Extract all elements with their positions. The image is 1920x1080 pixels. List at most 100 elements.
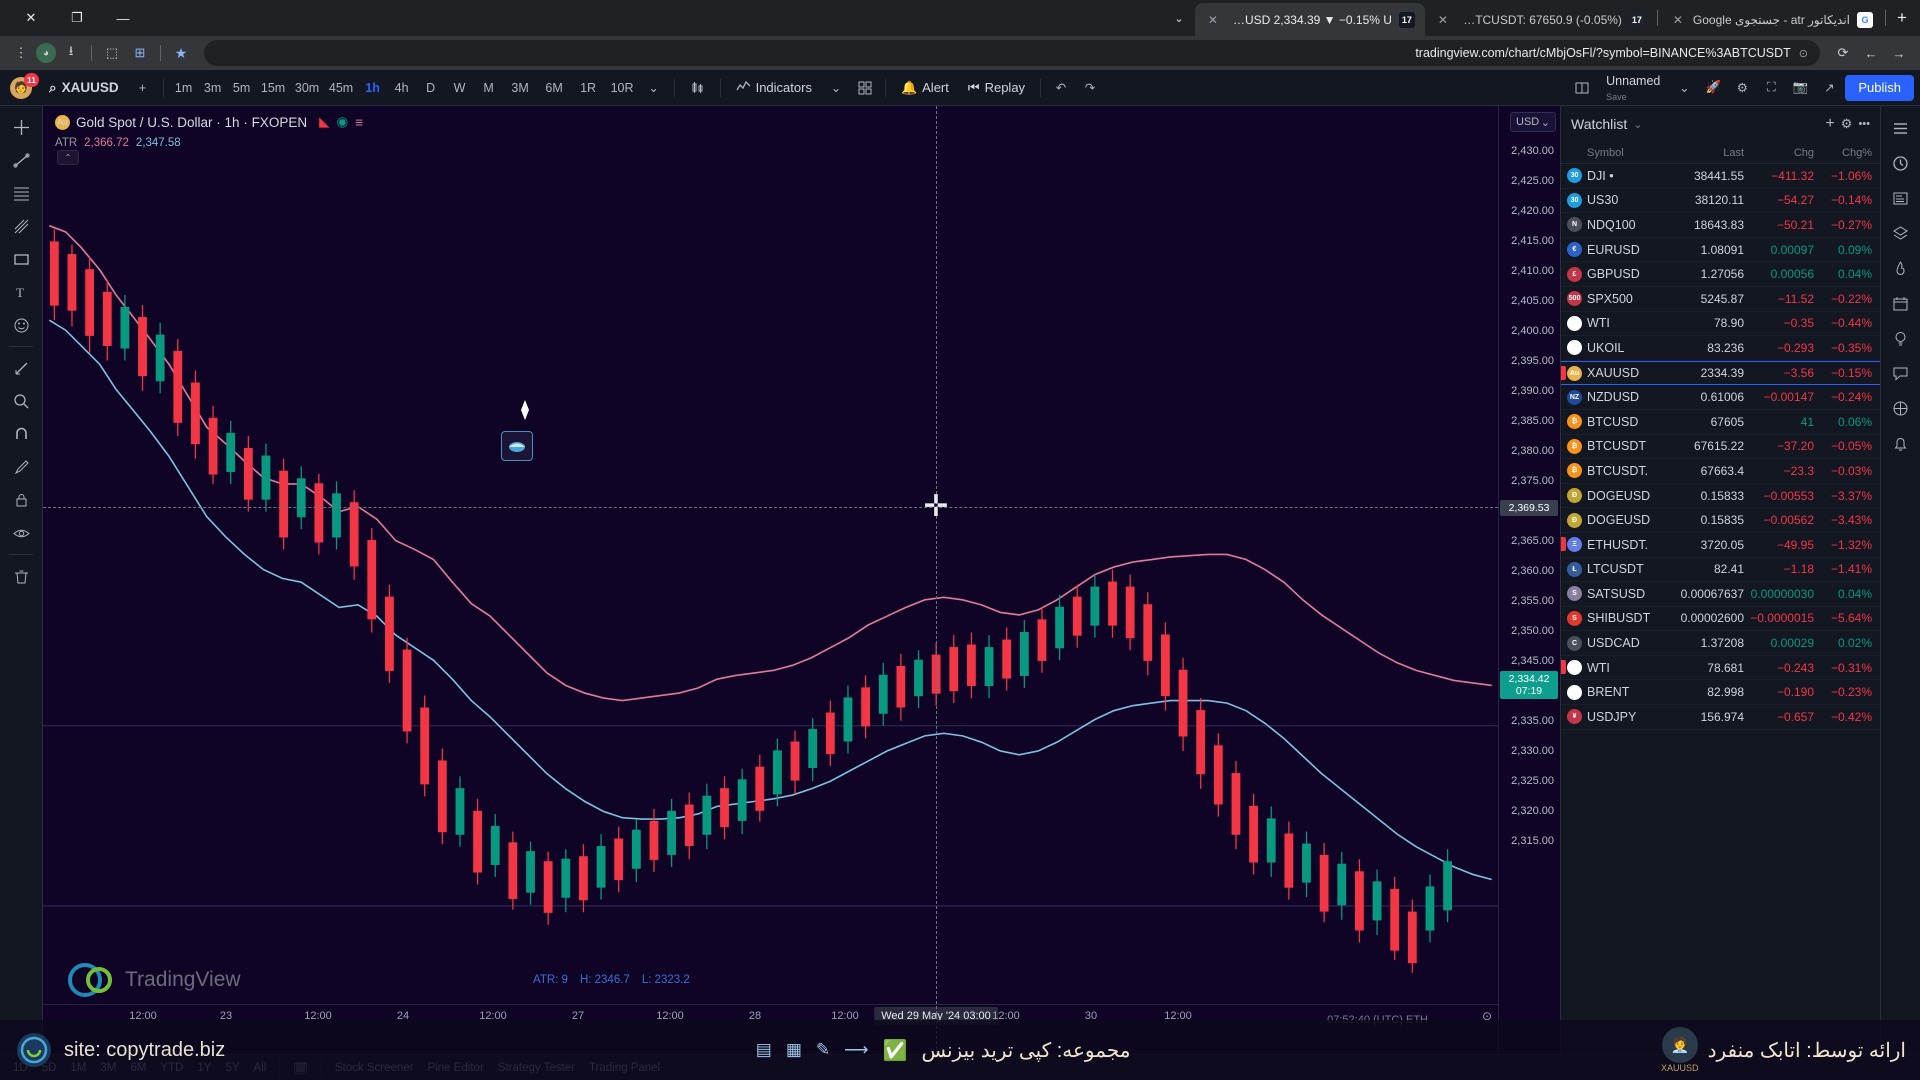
ideas-lightbulb-icon[interactable] — [1887, 324, 1915, 352]
watchlist-row-dji[interactable]: 30 DJI • 38441.55 −411.32 −1.06% — [1561, 164, 1880, 189]
alerts-clock-icon[interactable] — [1887, 149, 1915, 177]
timeframe-5m[interactable]: 5m — [229, 75, 255, 101]
window-close-button[interactable]: ✕ — [8, 2, 54, 34]
cross-cursor-icon[interactable] — [6, 112, 36, 142]
watchlist-more-icon[interactable]: ••• — [1858, 118, 1870, 130]
trend-line-icon[interactable] — [6, 145, 36, 175]
profile-avatar-icon[interactable]: ◕ — [36, 43, 56, 63]
timeframe-1R[interactable]: 1R — [573, 75, 604, 101]
watchlist-row-brent[interactable]: ◆ BRENT 82.998 −0.190 −0.23% — [1561, 680, 1880, 706]
watchlist-row-wti[interactable]: ◆ WTI 78.90 −0.35 −0.44% — [1561, 312, 1880, 337]
watchlist-row-usdjpy[interactable]: ¥ USDJPY 156.974 −0.657 −0.42% — [1561, 705, 1880, 730]
timeframe-m[interactable]: M — [476, 75, 502, 101]
column-last[interactable]: Last — [1672, 147, 1744, 159]
watchlist-row-ltcusdt[interactable]: Ł LTCUSDT 82.41 −1.18 −1.41% — [1561, 558, 1880, 583]
bookmark-star-icon[interactable]: ★ — [168, 40, 194, 66]
tweet-icon[interactable]: ↗ — [1816, 75, 1842, 101]
extensions-icon[interactable]: ⬚ — [99, 40, 125, 66]
window-maximize-button[interactable]: ❐ — [54, 2, 100, 34]
hotlist-fire-icon[interactable] — [1887, 254, 1915, 282]
watchlist-row-eurusd[interactable]: € EURUSD 1.08091 0.00097 0.09% — [1561, 238, 1880, 263]
browser-tab-xauusd[interactable]: 17 XAUUSD 2,334.39 ▼ −0.15% U ✕ — [1194, 3, 1425, 36]
column-chg[interactable]: Chg — [1744, 147, 1814, 159]
eye-icon[interactable]: ◉ — [336, 114, 348, 130]
layout-select-icon[interactable] — [1569, 75, 1595, 101]
timeframe-10R[interactable]: 10R — [607, 75, 638, 101]
watchlist-chevron-down-icon[interactable]: ⌄ — [1633, 118, 1642, 131]
symbol-search-button[interactable]: ⌕ XAUUSD — [41, 75, 127, 101]
close-tab-icon[interactable]: ✕ — [1670, 13, 1686, 27]
drawing-tool-preview-box[interactable] — [501, 431, 533, 461]
rocket-icon[interactable]: 🚀 — [1700, 75, 1726, 101]
timeframe-45m[interactable]: 45m — [326, 75, 357, 101]
hide-drawings-eye-icon[interactable] — [6, 518, 36, 548]
watchlist-row-btcusd[interactable]: ₿ BTCUSD 67605 41 0.06% — [1561, 410, 1880, 435]
snapshot-camera-icon[interactable]: 📷 — [1787, 75, 1813, 101]
price-axis[interactable]: USD ⌄ 2,430.00 2,425.00 2,420.00 2,415.0… — [1498, 106, 1560, 1054]
timeframe-15m[interactable]: 15m — [258, 75, 289, 101]
user-avatar[interactable]: 🧑 11 — [10, 72, 39, 99]
watchlist-row-ndq100[interactable]: N NDQ100 18643.83 −50.21 −0.27% — [1561, 213, 1880, 238]
timeframe-1m[interactable]: 1m — [171, 75, 197, 101]
column-chgp[interactable]: Chg% — [1814, 147, 1872, 159]
column-symbol[interactable]: Symbol — [1567, 147, 1672, 159]
timeframe-1h[interactable]: 1h — [360, 75, 386, 101]
close-tab-icon[interactable]: ✕ — [1435, 13, 1451, 27]
chart-canvas[interactable]: Au Gold Spot / U.S. Dollar · 1h · FXOPEN… — [43, 106, 1498, 1054]
layout-name-button[interactable]: Unnamed Save — [1598, 74, 1668, 102]
add-symbol-icon[interactable]: + — [1825, 115, 1834, 133]
emoji-sticker-icon[interactable] — [6, 310, 36, 340]
window-minimize-button[interactable]: — — [100, 2, 146, 34]
reload-icon[interactable]: ⟳ — [1830, 40, 1856, 66]
new-tab-button[interactable]: + — [1888, 4, 1916, 32]
rectangle-shape-icon[interactable] — [6, 244, 36, 274]
page-info-icon[interactable]: ⊙ — [1799, 47, 1808, 60]
zoom-in-icon[interactable] — [6, 386, 36, 416]
notifications-bell-icon[interactable] — [1887, 429, 1915, 457]
watchlist-row-gbpusd[interactable]: £ GBPUSD 1.27056 0.00056 0.04% — [1561, 262, 1880, 287]
timeframe-chevron-down-icon[interactable]: ⌄ — [641, 75, 667, 101]
back-arrow-icon[interactable]: ← — [1858, 40, 1884, 66]
watchlist-row-btcusdt[interactable]: ₿ BTCUSDT 67615.22 −37.20 −0.05% — [1561, 435, 1880, 460]
timeframe-6M[interactable]: 6M — [539, 75, 570, 101]
watchlist-row-btcusdt[interactable]: ₿ BTCUSDT. 67663.4 −23.3 −0.03% — [1561, 459, 1880, 484]
add-symbol-button[interactable]: + — [130, 75, 156, 101]
translate-icon[interactable]: ⊞ — [127, 40, 153, 66]
broker-icon[interactable] — [1887, 394, 1915, 422]
replay-button[interactable]: ⏮ Replay — [960, 75, 1033, 101]
currency-selector[interactable]: USD ⌄ — [1510, 112, 1556, 132]
fibonacci-retracement-icon[interactable] — [6, 178, 36, 208]
close-tab-icon[interactable]: ✕ — [1205, 13, 1221, 27]
watchlist-panel-icon[interactable] — [1887, 114, 1915, 142]
watchlist-row-dogeusd[interactable]: Ð DOGEUSD 0.15833 −0.00553 −3.37% — [1561, 484, 1880, 509]
watchlist-row-ukoil[interactable]: ◆ UKOIL 83.236 −0.293 −0.35% — [1561, 336, 1880, 361]
news-feed-icon[interactable] — [1887, 184, 1915, 212]
timeframe-3M[interactable]: 3M — [505, 75, 536, 101]
watchlist-row-shibusdt[interactable]: S SHIBUSDT 0.00002600 −0.0000015 −5.64% — [1561, 607, 1880, 632]
browser-tab-btcusdt[interactable]: 17 BTCUSDT: 67650.9 (-0.05%) @ ✕ — [1425, 3, 1655, 36]
settings-lines-icon[interactable]: ≡ — [355, 115, 363, 130]
calendar-icon[interactable] — [1887, 289, 1915, 317]
publish-button[interactable]: Publish — [1845, 74, 1914, 101]
forward-arrow-icon[interactable]: → — [1886, 40, 1912, 66]
watchlist-row-spx500[interactable]: 500 SPX500 5245.87 −11.52 −0.22% — [1561, 287, 1880, 312]
timeframe-w[interactable]: W — [447, 75, 473, 101]
lock-drawings-icon[interactable] — [6, 485, 36, 515]
watchlist-row-nzdusd[interactable]: NZ NZDUSD 0.61006 −0.00147 −0.24% — [1561, 385, 1880, 410]
fullscreen-icon[interactable]: ⛶ — [1758, 75, 1784, 101]
legend-collapse-button[interactable]: ⌃ — [57, 150, 79, 165]
watchlist-row-satsusd[interactable]: S SATSUSD 0.00067637 0.00000030 0.04% — [1561, 582, 1880, 607]
settings-gear-icon[interactable]: ⚙ — [1729, 75, 1755, 101]
timeframe-3m[interactable]: 3m — [200, 75, 226, 101]
watchlist-row-wti[interactable]: ◆ WTI 78.681 −0.243 −0.31% — [1561, 656, 1880, 681]
flag-icon[interactable]: ◣ — [319, 114, 329, 130]
browser-tab-google-search[interactable]: G اندیکاتور atr - جستجوی Google ✕ — [1660, 3, 1883, 36]
templates-grid-icon[interactable] — [852, 75, 878, 101]
alert-button[interactable]: 🔔 Alert — [893, 75, 957, 101]
text-tool-icon[interactable]: T — [6, 277, 36, 307]
watchlist-row-us30[interactable]: 30 US30 38120.11 −54.27 −0.14% — [1561, 189, 1880, 214]
watchlist-settings-icon[interactable]: ⚙ — [1841, 116, 1853, 132]
redo-button[interactable]: ↷ — [1077, 75, 1103, 101]
watchlist-row-usdcad[interactable]: C USDCAD 1.37208 0.00029 0.02% — [1561, 631, 1880, 656]
data-window-layers-icon[interactable] — [1887, 219, 1915, 247]
